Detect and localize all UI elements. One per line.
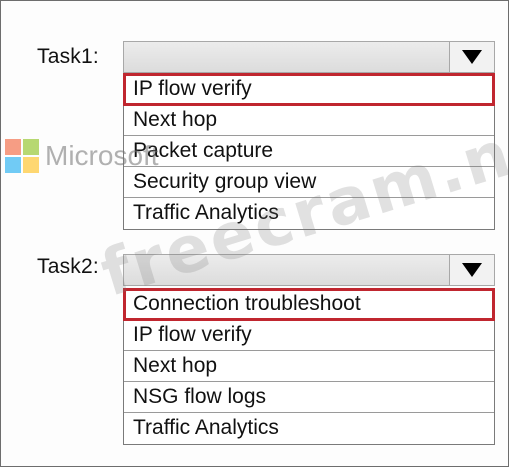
answer-area-frame: Task1: IP flow verify Next hop Packet ca… [0,0,509,467]
task1-option-next-hop[interactable]: Next hop [124,105,494,136]
task2-option-next-hop[interactable]: Next hop [124,351,494,382]
task1-dropdown[interactable] [123,41,495,73]
task2-option-ip-flow-verify[interactable]: IP flow verify [124,320,494,351]
microsoft-logo-icon [5,139,39,173]
microsoft-logo-text: Microsoft [45,140,159,171]
task1-label: Task1: [37,45,99,68]
task2-dropdown-toggle[interactable] [449,255,494,285]
task2-option-traffic-analytics[interactable]: Traffic Analytics [124,413,494,444]
task2-label: Task2: [37,255,99,278]
task2-option-nsg-flow-logs[interactable]: NSG flow logs [124,382,494,413]
microsoft-logo-watermark: Microsoft [5,139,159,173]
chevron-down-icon [462,50,482,64]
task2-option-connection-troubleshoot[interactable]: Connection troubleshoot [123,288,495,321]
task1-dropdown-toggle[interactable] [449,42,494,72]
chevron-down-icon [462,263,482,277]
task2-option-list: Connection troubleshoot IP flow verify N… [123,288,495,445]
task1-option-ip-flow-verify[interactable]: IP flow verify [123,73,495,106]
